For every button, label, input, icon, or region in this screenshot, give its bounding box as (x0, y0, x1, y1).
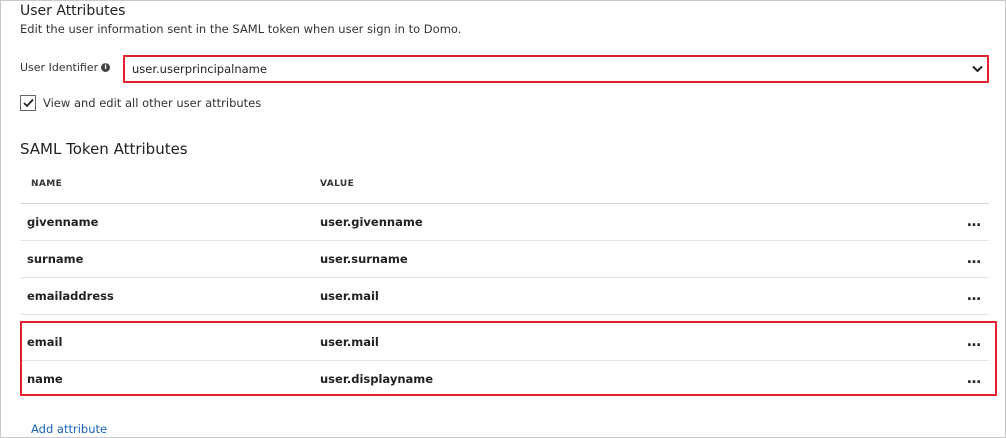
section-title: User Attributes (20, 3, 126, 19)
user-identifier-select[interactable]: user.userprincipalname (123, 55, 989, 83)
column-header-value: VALUE (320, 179, 355, 189)
view-all-attributes-row[interactable]: View and edit all other user attributes (20, 95, 261, 111)
attribute-name: email (27, 335, 63, 349)
more-options-icon[interactable]: … (967, 335, 981, 349)
more-options-icon[interactable]: … (967, 215, 981, 229)
attribute-name: surname (27, 252, 84, 266)
user-identifier-label: User Identifier i (20, 61, 111, 74)
more-options-icon[interactable]: … (967, 252, 981, 266)
section-description: Edit the user information sent in the SA… (20, 22, 462, 36)
checkmark-icon (22, 98, 34, 108)
info-icon[interactable]: i (101, 63, 111, 72)
table-row[interactable]: surname user.surname … (20, 241, 989, 278)
attribute-name: emailaddress (27, 289, 114, 303)
table-row[interactable]: name user.displayname … (20, 361, 989, 397)
attribute-value: user.mail (320, 335, 379, 349)
user-identifier-label-text: User Identifier (20, 61, 99, 74)
table-row[interactable]: givenname user.givenname … (20, 204, 989, 241)
table-header: NAME VALUE (20, 170, 989, 204)
attribute-name: givenname (27, 215, 99, 229)
saml-section-title: SAML Token Attributes (20, 140, 188, 158)
attribute-name: name (27, 372, 63, 386)
table-row[interactable]: email user.mail … (20, 324, 989, 361)
view-all-attributes-label: View and edit all other user attributes (43, 96, 262, 110)
view-all-attributes-checkbox[interactable] (20, 95, 36, 111)
saml-attributes-table: NAME VALUE givenname user.givenname … su… (20, 170, 989, 397)
attribute-value: user.givenname (320, 215, 423, 229)
add-attribute-link[interactable]: Add attribute (31, 422, 107, 436)
row-gap (20, 315, 989, 324)
attribute-value: user.surname (320, 252, 408, 266)
attribute-value: user.displayname (320, 372, 434, 386)
more-options-icon[interactable]: … (967, 372, 981, 386)
user-identifier-value: user.userprincipalname (132, 62, 267, 76)
table-row[interactable]: emailaddress user.mail … (20, 278, 989, 315)
more-options-icon[interactable]: … (967, 289, 981, 303)
column-header-name: NAME (31, 179, 63, 189)
attribute-value: user.mail (320, 289, 379, 303)
chevron-down-icon[interactable] (967, 57, 987, 81)
